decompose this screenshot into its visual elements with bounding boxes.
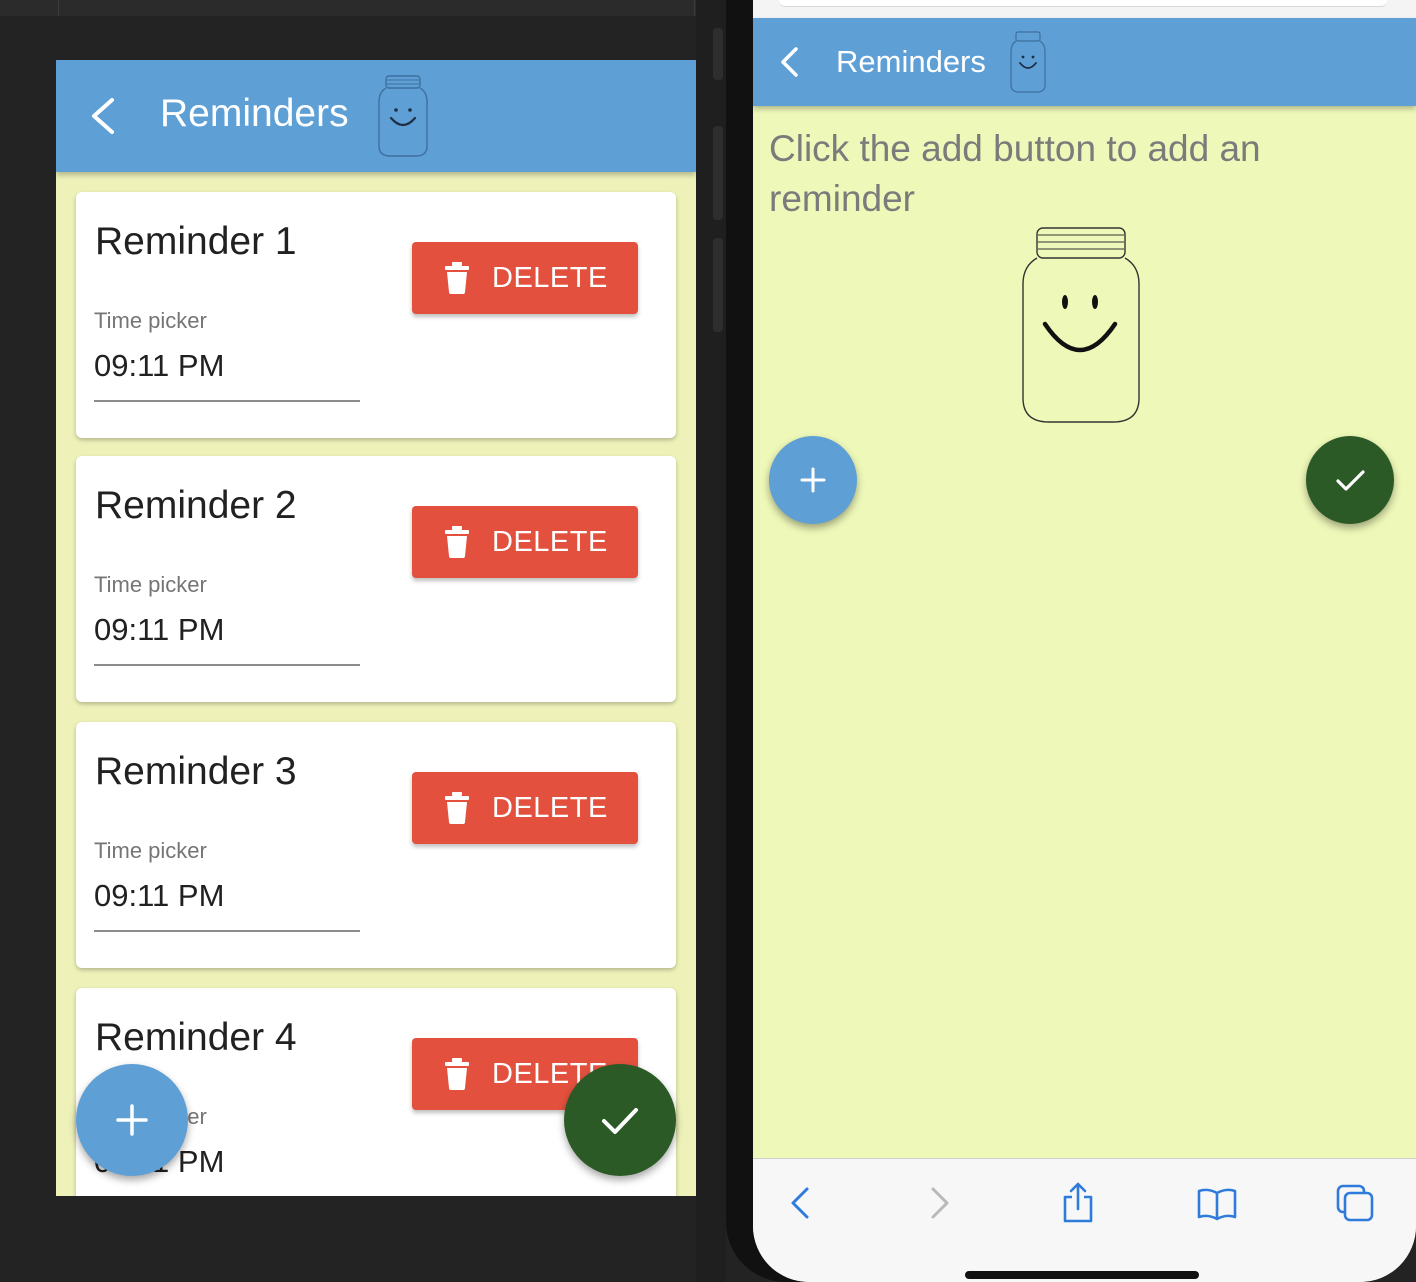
add-reminder-button[interactable] [769,436,857,524]
side-button [713,126,723,220]
delete-reminder-button[interactable]: DELETE [412,242,638,314]
plus-icon [116,1104,148,1136]
share-icon[interactable] [1056,1181,1100,1225]
time-picker-input[interactable]: 09:11 PM [94,878,224,914]
page-title: Reminders [160,92,349,135]
time-picker-input[interactable]: 09:11 PM [94,612,224,648]
delete-button-label: DELETE [492,262,608,294]
reminder-card: Reminder 3 Time picker 09:11 PM DELETE [76,722,676,968]
time-picker-input[interactable]: 09:11 PM [94,348,224,384]
back-arrow-icon[interactable] [84,94,124,138]
time-picker-label: Time picker [94,838,207,863]
jar-smiley-icon [1010,31,1046,93]
trash-icon [445,526,469,558]
plus-icon [800,467,826,493]
save-reminders-button[interactable] [1306,436,1394,524]
save-reminders-button[interactable] [564,1064,676,1176]
time-picker-label: Time picker [94,308,207,333]
delete-reminder-button[interactable]: DELETE [412,772,638,844]
jar-smiley-icon [378,75,428,157]
delete-button-label: DELETE [492,526,608,558]
reminder-card: Reminder 2 Time picker 09:11 PM DELETE [76,456,676,702]
browser-toolbar [753,1158,1416,1282]
bookmarks-icon[interactable] [1195,1181,1239,1225]
delete-reminder-button[interactable]: DELETE [412,506,638,578]
side-button [713,238,723,332]
safari-forward-icon[interactable] [917,1181,961,1225]
reminder-title: Reminder 1 [95,220,297,263]
time-picker-underline [94,400,360,402]
check-icon [1336,470,1365,491]
reminder-title: Reminder 4 [95,1016,297,1059]
time-picker-underline [94,930,360,932]
home-indicator[interactable] [965,1271,1199,1279]
delete-button-label: DELETE [492,792,608,824]
reminder-title: Reminder 3 [95,750,297,793]
browser-address-area[interactable] [753,0,1416,18]
left-phone-screen: Reminders Reminder 1 Time picker 09:11 PM D… [56,60,696,1196]
trash-icon [445,792,469,824]
add-reminder-button[interactable] [76,1064,188,1176]
left-app-header: Reminders [56,60,696,172]
side-button [713,28,723,80]
safari-back-icon[interactable] [779,1181,823,1225]
back-arrow-icon[interactable] [775,44,805,80]
right-app-header: Reminders [753,18,1416,106]
page-title: Reminders [836,44,986,79]
time-picker-label: Time picker [94,572,207,597]
jar-smiley-illustration [1022,227,1140,423]
trash-icon [445,1058,469,1090]
time-picker-underline [94,664,360,666]
tabs-icon[interactable] [1333,1181,1377,1225]
check-icon [602,1108,638,1134]
left-window-topbar [0,0,696,16]
empty-state-message: Click the add button to add an reminder [769,128,1261,219]
reminder-title: Reminder 2 [95,484,297,527]
trash-icon [445,262,469,294]
right-phone-screen: Reminders Click the add button to add an… [753,0,1416,1282]
reminder-card: Reminder 1 Time picker 09:11 PM DELETE [76,192,676,438]
